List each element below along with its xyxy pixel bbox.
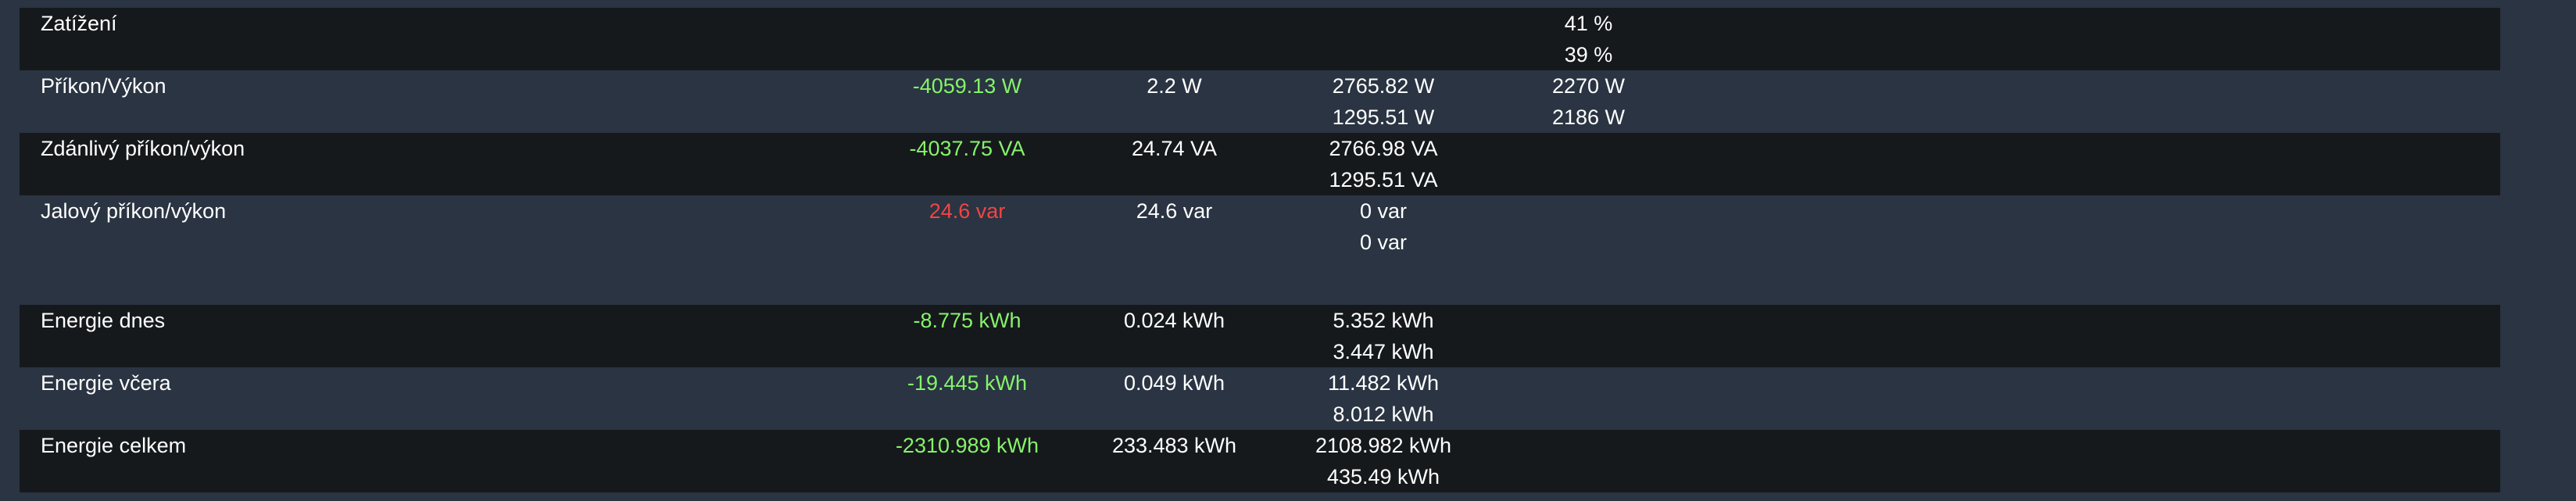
apparent-col3-value-a: 2766.98 VA	[1329, 137, 1438, 160]
power-col4-value-b: 2186 W	[1551, 106, 1626, 129]
energy-today-col3-b: 3.447 kWh	[1333, 340, 1434, 363]
row-zatizeni: Zatížení 41 % 39 %	[20, 8, 2500, 70]
row-prikon: Příkon/Výkon -4059.13 W 2.2 W 2765.82 W …	[20, 70, 2500, 133]
energy-yesterday-col3-b: 8.012 kWh	[1333, 403, 1434, 426]
row-label: Energie celkem	[41, 434, 187, 457]
energy-total-col3-b: 435.49 kWh	[1326, 465, 1440, 488]
row-label: Jalový příkon/výkon	[41, 199, 227, 223]
energy-total-total: -2310.989 kWh	[895, 434, 1039, 457]
row-zdanlivy: Zdánlivý příkon/výkon -4037.75 VA 24.74 …	[20, 133, 2500, 195]
apparent-col3-value-b: 1295.51 VA	[1329, 168, 1438, 191]
row-energie-vcera: Energie včera -19.445 kWh 0.049 kWh 11.4…	[20, 367, 2500, 430]
row-label: Energie včera	[41, 371, 171, 395]
reactive-total-value: 24.6 var	[928, 199, 1006, 223]
reactive-col2-value: 24.6 var	[1136, 199, 1213, 223]
reactive-col3-value-b: 0 var	[1359, 231, 1408, 254]
load-phase-b: 39 %	[1564, 43, 1613, 66]
energy-today-col3-a: 5.352 kWh	[1333, 309, 1434, 332]
energy-yesterday-col3-a: 11.482 kWh	[1327, 371, 1440, 395]
energy-total-col2: 233.483 kWh	[1111, 434, 1237, 457]
energy-yesterday-total: -19.445 kWh	[907, 371, 1028, 395]
power-col2-value: 2.2 W	[1147, 74, 1202, 98]
row-energie-celkem: Energie celkem -2310.989 kWh 233.483 kWh…	[20, 430, 2500, 492]
energy-today-total: -8.775 kWh	[913, 309, 1021, 332]
row-label: Energie dnes	[41, 309, 166, 332]
power-col3-value-a: 2765.82 W	[1332, 74, 1435, 98]
row-energie-dnes: Energie dnes -8.775 kWh 0.024 kWh 5.352 …	[20, 305, 2500, 367]
apparent-col2-value: 24.74 VA	[1131, 137, 1218, 160]
row-label: Příkon/Výkon	[41, 74, 166, 98]
energy-yesterday-col2: 0.049 kWh	[1123, 371, 1225, 395]
power-total-value: -4059.13 W	[912, 74, 1022, 98]
power-col4-value-a: 2270 W	[1551, 74, 1626, 98]
power-stats-table: Zatížení 41 % 39 % Příkon/Výkon -4059.13…	[20, 8, 2500, 492]
apparent-total-value: -4037.75 VA	[909, 137, 1025, 160]
row-label: Zdánlivý příkon/výkon	[41, 137, 245, 160]
reactive-col3-value-a: 0 var	[1359, 199, 1408, 223]
power-col3-value-b: 1295.51 W	[1332, 106, 1435, 129]
load-phase-a: 41 %	[1564, 12, 1613, 35]
energy-total-col3-a: 2108.982 kWh	[1315, 434, 1452, 457]
row-label: Zatížení	[41, 12, 117, 35]
energy-today-col2: 0.024 kWh	[1123, 309, 1225, 332]
row-jalovy: Jalový příkon/výkon 24.6 var 24.6 var 0 …	[20, 195, 2500, 258]
